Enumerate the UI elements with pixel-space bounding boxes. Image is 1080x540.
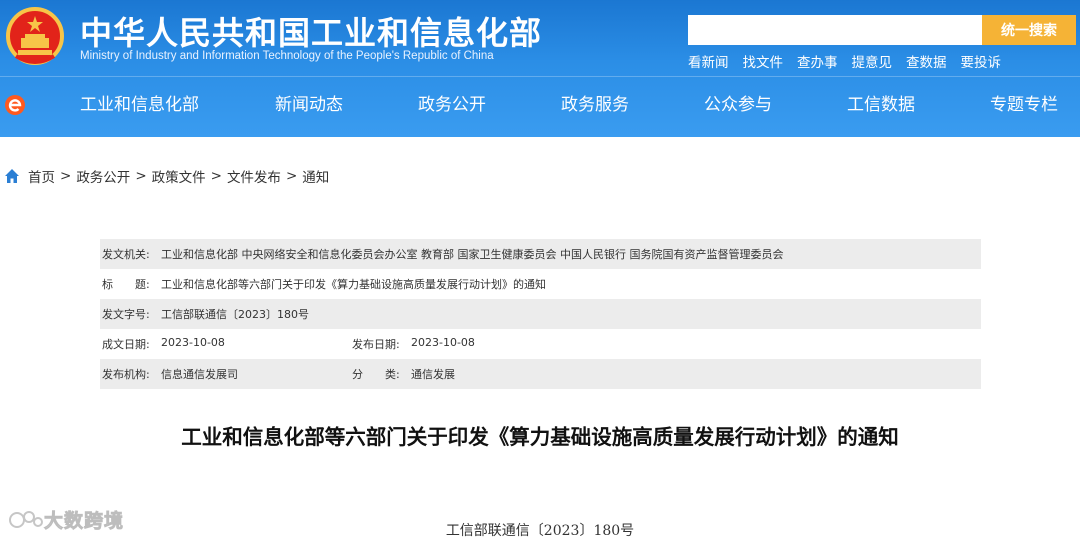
search-input[interactable]	[688, 15, 982, 45]
quick-link-feedback[interactable]: 提意见	[852, 51, 893, 71]
nav-item-services[interactable]: 政务服务	[561, 90, 629, 115]
quick-links: 看新闻 找文件 查办事 提意见 查数据 要投诉	[688, 51, 1001, 71]
quick-link-complaint[interactable]: 要投诉	[961, 51, 1002, 71]
home-icon[interactable]	[4, 168, 20, 184]
docno-value: 工信部联通信〔2023〕180号	[161, 308, 309, 321]
category-cell: 分 类: 通信发展	[350, 366, 600, 382]
nav-item-gov-affairs[interactable]: 政务公开	[418, 90, 486, 115]
created-value: 2023-10-08	[161, 336, 225, 349]
quick-link-files[interactable]: 找文件	[743, 51, 784, 71]
nav-item-news[interactable]: 新闻动态	[275, 90, 343, 115]
nav-item-ministry[interactable]: 工业和信息化部	[80, 90, 199, 115]
breadcrumb-separator: >	[285, 168, 298, 184]
search-button[interactable]: 统一搜索	[982, 15, 1076, 45]
meta-row-title: 标 题: 工业和信息化部等六部门关于印发《算力基础设施高质量发展行动计划》的通知	[100, 269, 981, 299]
nav-item-participation[interactable]: 公众参与	[704, 90, 772, 115]
national-emblem-icon[interactable]	[6, 6, 64, 68]
breadcrumb-separator: >	[60, 168, 72, 184]
breadcrumb-file-release[interactable]: 文件发布	[227, 166, 281, 186]
quick-link-services[interactable]: 查办事	[797, 51, 838, 71]
breadcrumb-separator: >	[210, 168, 222, 184]
nav-divider	[0, 76, 1080, 77]
created-date-cell: 成文日期: 2023-10-08	[100, 336, 350, 352]
meta-row-issuer: 发文机关: 工业和信息化部 中央网络安全和信息化委员会办公室 教育部 国家卫生健…	[100, 239, 981, 269]
quick-link-data[interactable]: 查数据	[906, 51, 947, 71]
published-date-cell: 发布日期: 2023-10-08	[350, 336, 600, 352]
document-number: 工信部联通信〔2023〕180号	[445, 523, 635, 539]
document-title: 工业和信息化部等六部门关于印发《算力基础设施高质量发展行动计划》的通知	[181, 425, 899, 449]
site-title[interactable]: 中华人民共和国工业和信息化部	[80, 8, 542, 54]
breadcrumb-home[interactable]: 首页	[28, 166, 55, 186]
breadcrumb-gov-affairs[interactable]: 政务公开	[76, 166, 130, 186]
breadcrumb-policy-files[interactable]: 政策文件	[152, 166, 206, 186]
title-value: 工业和信息化部等六部门关于印发《算力基础设施高质量发展行动计划》的通知	[161, 278, 546, 291]
main-nav: 工业和信息化部 新闻动态 政务公开 政务服务 公众参与 工信数据 专题专栏	[0, 90, 1080, 120]
document-meta-table: 发文机关: 工业和信息化部 中央网络安全和信息化委员会办公室 教育部 国家卫生健…	[100, 239, 981, 389]
category-value: 通信发展	[411, 368, 455, 381]
meta-row-docno: 发文字号: 工信部联通信〔2023〕180号	[100, 299, 981, 329]
site-subtitle: Ministry of Industry and Information Tec…	[80, 50, 494, 62]
quick-link-news[interactable]: 看新闻	[688, 51, 729, 71]
issuer-value: 工业和信息化部 中央网络安全和信息化委员会办公室 教育部 国家卫生健康委员会 中…	[161, 248, 784, 261]
category-label: 分 类:	[352, 368, 400, 381]
meta-row-agency: 发布机构: 信息通信发展司 分 类: 通信发展	[100, 359, 981, 389]
agency-value: 信息通信发展司	[161, 368, 238, 381]
nav-item-topics[interactable]: 专题专栏	[990, 90, 1058, 115]
issuer-label: 发文机关:	[102, 248, 150, 261]
agency-cell: 发布机构: 信息通信发展司	[100, 366, 350, 382]
published-label: 发布日期:	[352, 338, 400, 351]
meta-row-dates: 成文日期: 2023-10-08 发布日期: 2023-10-08	[100, 329, 981, 359]
title-label: 标 题:	[102, 278, 150, 291]
agency-label: 发布机构:	[102, 368, 150, 381]
published-value: 2023-10-08	[411, 336, 475, 349]
created-label: 成文日期:	[102, 338, 150, 351]
breadcrumb-notice[interactable]: 通知	[302, 166, 329, 186]
site-header: 中华人民共和国工业和信息化部 Ministry of Industry and …	[0, 0, 1080, 137]
nav-item-data[interactable]: 工信数据	[847, 90, 915, 115]
breadcrumb-separator: >	[135, 168, 147, 184]
docno-label: 发文字号:	[102, 308, 150, 321]
search-bar: 统一搜索	[688, 15, 1076, 45]
breadcrumb: 首页 > 政务公开 > 政策文件 > 文件发布 > 通知	[4, 166, 329, 186]
